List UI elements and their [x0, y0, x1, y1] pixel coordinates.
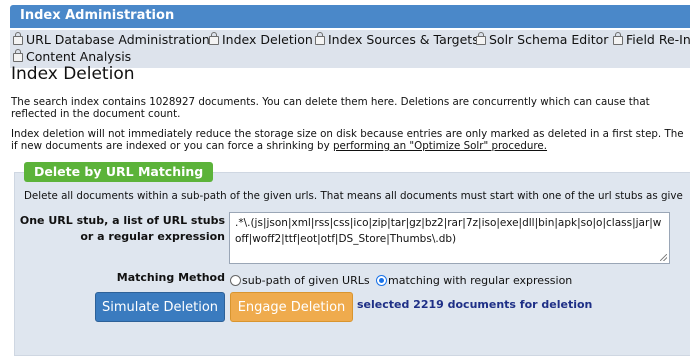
intro-text-line1: The search index contains 1028927 docume…: [11, 96, 650, 108]
optimize-solr-link[interactable]: performing an "Optimize Solr" procedure.: [333, 140, 547, 152]
tab-label: URL Database Administration: [26, 32, 210, 47]
panel-title: Delete by URL Matching: [24, 162, 214, 182]
url-stub-textarea[interactable]: .*\.(js|json|xml|rss|css|ico|zip|tar|gz|…: [229, 212, 670, 264]
tab-label: Field Re-Ind: [626, 32, 690, 47]
note-text-line2: if new documents are indexed or you can …: [11, 140, 547, 153]
admin-header: Index Administration: [10, 5, 690, 28]
tab-solr-schema-editor[interactable]: Solr Schema Editor: [476, 32, 608, 47]
tab-index-deletion[interactable]: Index Deletion: [209, 32, 313, 47]
tab-label: Solr Schema Editor: [489, 32, 609, 47]
radio-subpath-label: sub-path of given URLs: [242, 274, 370, 287]
tab-label: Index Deletion: [222, 32, 313, 47]
page-title: Index Deletion: [11, 64, 135, 84]
lock-icon: [613, 32, 623, 45]
radio-subpath[interactable]: [230, 275, 241, 286]
panel-description: Delete all documents within a sub-path o…: [24, 190, 683, 202]
tab-content-analysis[interactable]: Content Analysis: [13, 49, 131, 64]
lock-icon: [315, 32, 325, 45]
lock-icon: [13, 49, 23, 62]
radio-regex[interactable]: [376, 275, 387, 286]
tab-label: Index Sources & Targets: [328, 32, 479, 47]
matching-method-label: Matching Method: [116, 271, 225, 284]
url-field-label-line2: or a regular expression: [80, 230, 225, 243]
radio-regex-label: matching with regular expression: [388, 274, 573, 287]
lock-icon: [13, 32, 23, 45]
note-text-prefix: if new documents are indexed or you can …: [11, 140, 333, 152]
tab-field-re-indexing[interactable]: Field Re-Ind: [613, 32, 690, 47]
url-field-label-line1: One URL stub, a list of URL stubs: [19, 214, 225, 227]
tab-index-sources-targets[interactable]: Index Sources & Targets: [315, 32, 479, 47]
admin-header-title: Index Administration: [20, 8, 175, 23]
lock-icon: [209, 32, 219, 45]
deletion-status-text: selected 2219 documents for deletion: [357, 298, 593, 311]
tab-label: Content Analysis: [26, 49, 132, 64]
tab-bar: URL Database Administration Index Deleti…: [10, 30, 690, 68]
engage-deletion-button[interactable]: Engage Deletion: [230, 292, 353, 322]
url-stub-value: .*\.(js|json|xml|rss|css|ico|zip|tar|gz|…: [235, 217, 662, 245]
lock-icon: [476, 32, 486, 45]
intro-text-line2: reflected in the document count.: [11, 108, 181, 120]
simulate-deletion-button[interactable]: Simulate Deletion: [95, 292, 225, 322]
resize-grip-icon[interactable]: [660, 254, 667, 261]
note-text-line1: Index deletion will not immediately redu…: [11, 128, 684, 140]
tab-url-database-administration[interactable]: URL Database Administration: [13, 32, 210, 47]
